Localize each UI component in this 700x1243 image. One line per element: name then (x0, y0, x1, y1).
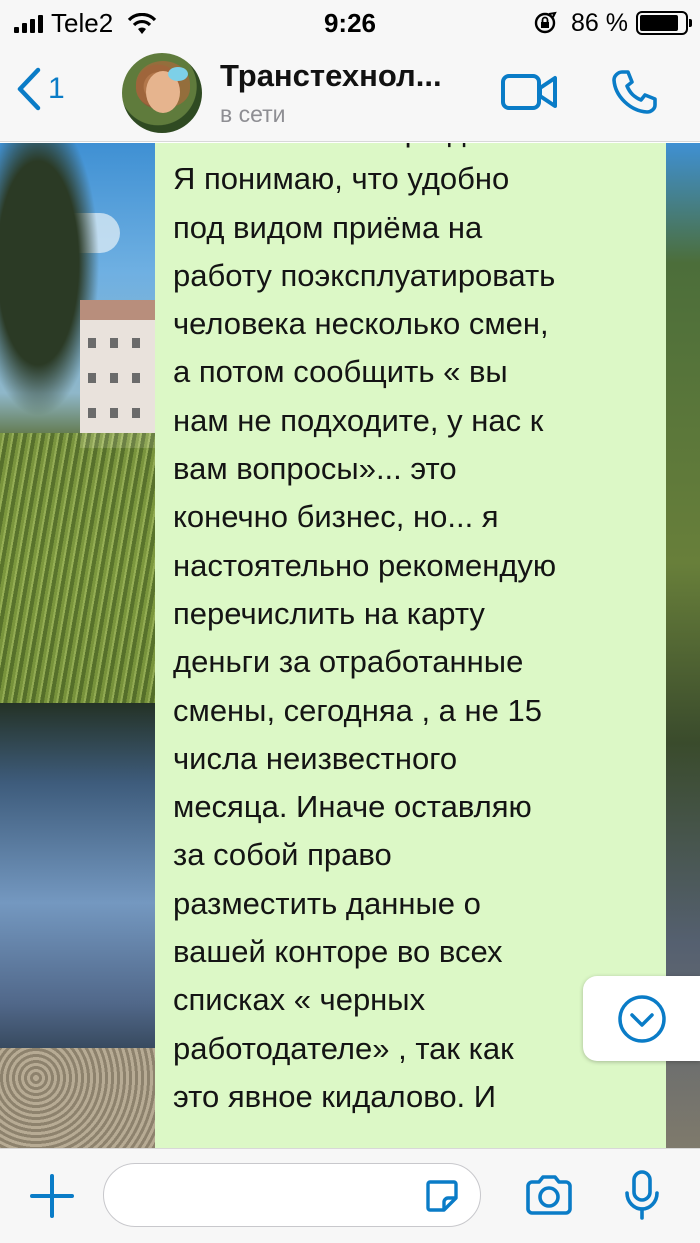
contact-name[interactable]: Транстехнол... (220, 58, 442, 94)
status-right: 86 % (533, 8, 692, 38)
contact-avatar[interactable] (122, 53, 202, 133)
back-chevron-icon (17, 67, 41, 111)
camera-icon[interactable] (524, 1174, 574, 1216)
background-building (80, 300, 160, 448)
message-composer (0, 1148, 700, 1243)
battery-icon (636, 11, 692, 35)
rotation-lock-icon (534, 11, 557, 34)
microphone-icon[interactable] (624, 1169, 660, 1221)
video-call-icon[interactable] (500, 72, 560, 112)
background-water (0, 703, 180, 1073)
phone-icon[interactable] (610, 68, 658, 116)
chevron-down-circle-icon (617, 994, 666, 1043)
unread-count: 1 (48, 72, 65, 105)
background-shore (0, 1048, 180, 1148)
chat-header: 1 Транстехнол... в сети (0, 46, 700, 142)
contact-status: в сети (220, 101, 286, 127)
message-text: ...в вашей конторе две смены. Я понимаю,… (173, 143, 610, 1114)
background-grass (0, 433, 180, 713)
battery-level (640, 15, 678, 31)
scroll-to-bottom-button[interactable] (583, 976, 700, 1061)
chat-area[interactable]: ...в вашей конторе две смены. Я понимаю,… (0, 143, 700, 1148)
battery-percent: 86 % (571, 9, 628, 37)
sticker-icon[interactable] (424, 1178, 460, 1214)
status-bar: Tele2 9:26 86 % (0, 0, 700, 46)
back-button[interactable]: 1 (14, 66, 65, 112)
plus-icon[interactable] (30, 1174, 74, 1218)
